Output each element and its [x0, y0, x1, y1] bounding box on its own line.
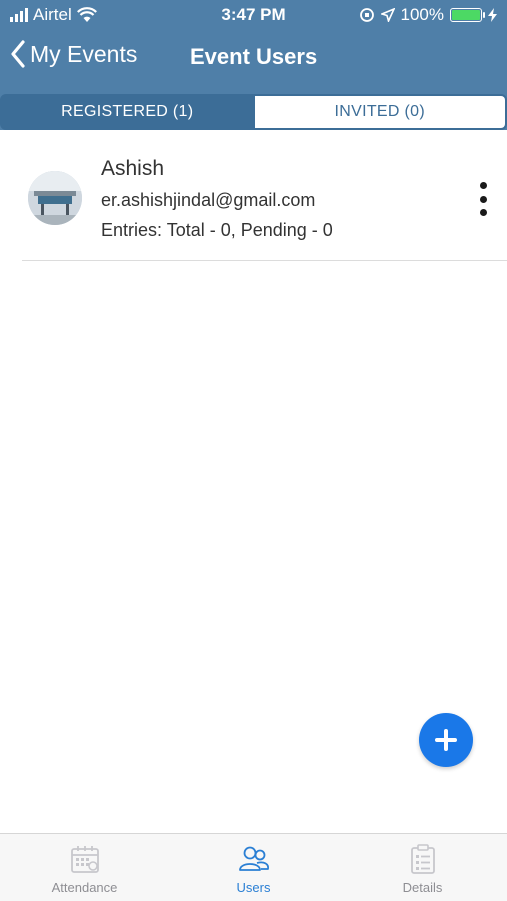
- tab-details[interactable]: Details: [338, 834, 507, 901]
- nav-bar: My Events Event Users: [0, 36, 507, 80]
- segmented-control: REGISTERED (1) INVITED (0): [0, 94, 507, 132]
- tab-users-label: Users: [237, 880, 271, 895]
- plus-icon: [434, 728, 458, 752]
- location-icon: [381, 8, 395, 22]
- chevron-left-icon: [10, 40, 26, 68]
- user-name: Ashish: [101, 157, 164, 181]
- rotation-lock-icon: [359, 7, 375, 23]
- page-title: Event Users: [190, 44, 317, 70]
- bottom-tab-bar: Attendance Users Details: [0, 833, 507, 901]
- battery-percent: 100%: [401, 5, 444, 25]
- more-options-icon[interactable]: [477, 182, 489, 216]
- avatar: [28, 171, 82, 225]
- battery-icon: [450, 8, 482, 22]
- clipboard-icon: [410, 844, 436, 874]
- tab-attendance-label: Attendance: [52, 880, 118, 895]
- header: Airtel 3:47 PM 100%: [0, 0, 507, 130]
- tab-users[interactable]: Users: [169, 834, 338, 901]
- add-user-button[interactable]: [419, 713, 473, 767]
- tab-registered[interactable]: REGISTERED (1): [0, 94, 255, 130]
- tab-invited[interactable]: INVITED (0): [255, 94, 507, 130]
- tab-details-label: Details: [403, 880, 443, 895]
- user-entries: Entries: Total - 0, Pending - 0: [101, 220, 333, 241]
- avatar-image: [28, 171, 82, 225]
- status-bar: Airtel 3:47 PM 100%: [0, 0, 507, 30]
- back-label: My Events: [30, 41, 137, 68]
- users-icon: [238, 844, 270, 874]
- back-button[interactable]: My Events: [10, 40, 137, 68]
- user-email: er.ashishjindal@gmail.com: [101, 190, 315, 211]
- calendar-icon: [70, 844, 100, 874]
- tab-attendance[interactable]: Attendance: [0, 834, 169, 901]
- status-right: 100%: [359, 5, 497, 25]
- list-item[interactable]: Ashish er.ashishjindal@gmail.com Entries…: [22, 150, 507, 261]
- charging-icon: [488, 8, 497, 22]
